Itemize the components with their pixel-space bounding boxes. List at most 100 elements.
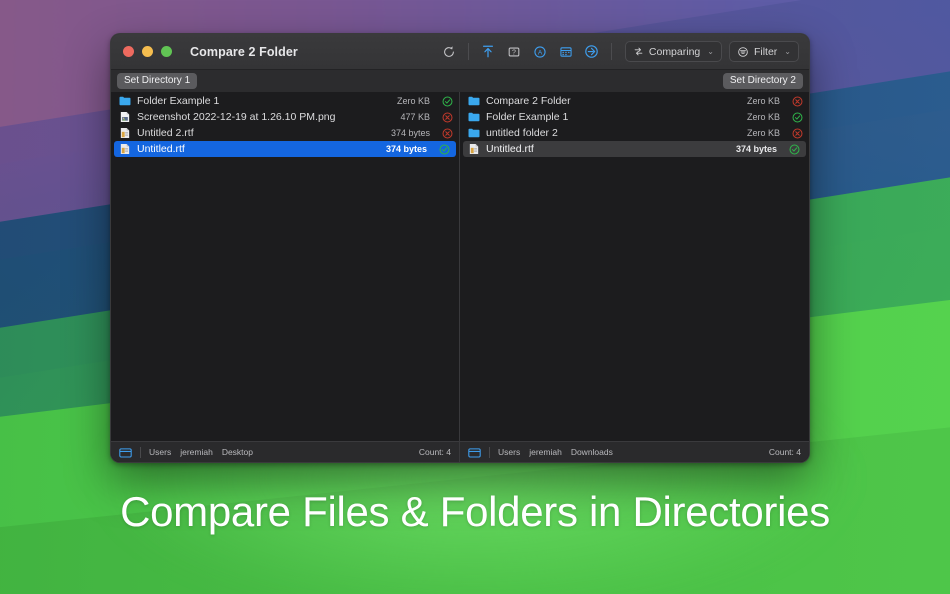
breadcrumb-item[interactable]: jeremiah xyxy=(529,447,562,457)
set-directory-2-button[interactable]: Set Directory 2 xyxy=(722,73,803,89)
breadcrumb-item[interactable]: Desktop xyxy=(222,447,253,457)
status-divider xyxy=(140,446,141,458)
breadcrumb-item[interactable]: jeremiah xyxy=(180,447,213,457)
move-up-button[interactable] xyxy=(475,40,501,64)
folder-icon xyxy=(468,111,480,124)
refresh-button[interactable] xyxy=(436,40,462,64)
comparison-panes: Folder Example 1 Zero KB Screenshot 2022-1… xyxy=(111,92,809,462)
traffic-lights xyxy=(123,46,172,57)
breadcrumb-item[interactable]: Downloads xyxy=(571,447,613,457)
status-cross-icon xyxy=(442,112,452,122)
file-row[interactable]: Screenshot 2022-12-19 at 1.26.10 PM.png 4… xyxy=(111,109,459,125)
status-cross-badge xyxy=(791,127,803,139)
promo-caption: Compare Files & Folders in Directories xyxy=(120,488,830,535)
status-cross-badge xyxy=(791,95,803,107)
share-button[interactable] xyxy=(579,40,605,64)
file-row[interactable]: Untitled 2.rtf 374 bytes xyxy=(111,125,459,141)
status-cross-badge xyxy=(441,127,453,139)
info-circle-icon: A xyxy=(534,45,546,58)
image-file-icon xyxy=(119,111,131,124)
window-titlebar: Compare 2 Folder ? A Comparing ⌄ Filter … xyxy=(111,34,809,70)
file-name: Compare 2 Folder xyxy=(486,95,571,107)
file-size: Zero KB xyxy=(746,96,780,106)
left-file-list[interactable]: Folder Example 1 Zero KB Screenshot 2022-1… xyxy=(111,92,459,441)
file-row[interactable]: Untitled.rtf 374 bytes xyxy=(463,141,806,157)
breadcrumb[interactable]: Users jeremiah Downloads xyxy=(498,447,613,457)
help-button[interactable]: ? xyxy=(501,40,527,64)
breadcrumb-item[interactable]: Users xyxy=(149,447,171,457)
folder-icon xyxy=(468,447,481,457)
folder-icon xyxy=(119,447,132,457)
folder-icon xyxy=(468,96,480,106)
set-directory-1-button[interactable]: Set Directory 1 xyxy=(117,73,198,89)
status-check-badge xyxy=(441,95,453,107)
refresh-icon xyxy=(443,45,454,57)
status-cross-icon xyxy=(792,96,802,106)
right-count-label: Count: 4 xyxy=(768,447,801,457)
status-check-icon xyxy=(439,144,449,154)
status-check-icon xyxy=(792,112,802,122)
rtf-file-icon xyxy=(119,143,131,156)
status-check-icon xyxy=(789,144,799,154)
toolbar-divider-1 xyxy=(467,43,469,60)
rtf-file-icon xyxy=(119,127,131,140)
maximize-button-icon[interactable] xyxy=(161,46,172,57)
share-icon xyxy=(585,45,599,58)
left-pane: Folder Example 1 Zero KB Screenshot 2022-1… xyxy=(111,92,460,462)
file-size: 374 bytes xyxy=(735,144,777,154)
status-check-icon xyxy=(442,96,452,106)
file-row[interactable]: Folder Example 1 Zero KB xyxy=(111,93,459,109)
svg-text:?: ? xyxy=(512,49,516,56)
file-name: Folder Example 1 xyxy=(486,111,569,123)
filter-label: Filter xyxy=(753,45,778,58)
file-size: Zero KB xyxy=(746,128,780,138)
folder-icon xyxy=(468,127,480,140)
rtf-file-icon xyxy=(120,144,130,154)
file-size: Zero KB xyxy=(396,96,430,106)
status-check-badge xyxy=(791,111,803,123)
folder-icon xyxy=(468,128,480,138)
status-divider xyxy=(489,446,490,458)
file-row[interactable]: Folder Example 1 Zero KB xyxy=(460,109,809,125)
close-button-icon[interactable] xyxy=(123,46,134,57)
file-size: 374 bytes xyxy=(390,128,430,138)
window-title: Compare 2 Folder xyxy=(190,44,298,59)
file-name: Untitled.rtf xyxy=(137,143,185,155)
filter-icon xyxy=(738,46,748,57)
filter-dropdown[interactable]: Filter ⌄ xyxy=(728,41,799,62)
file-size: 374 bytes xyxy=(385,144,427,154)
file-name: Untitled 2.rtf xyxy=(137,127,194,139)
window-toolbar: ? A Comparing ⌄ Filter ⌄ xyxy=(436,40,799,64)
toolbar-divider-2 xyxy=(610,43,612,60)
file-row[interactable]: Untitled.rtf 374 bytes xyxy=(114,141,456,157)
svg-text:A: A xyxy=(538,49,543,56)
folder-icon xyxy=(119,96,131,106)
annotate-button[interactable]: A xyxy=(527,40,553,64)
status-cross-icon xyxy=(792,128,802,138)
file-name: Untitled.rtf xyxy=(486,143,534,155)
left-status-bar: Users jeremiah Desktop Count: 4 xyxy=(111,441,459,462)
rtf-file-icon xyxy=(120,128,130,138)
comparing-label: Comparing xyxy=(648,45,701,58)
file-row[interactable]: untitled folder 2 Zero KB xyxy=(460,125,809,141)
left-count-label: Count: 4 xyxy=(418,447,451,457)
status-check-badge xyxy=(438,143,450,155)
compare-arrows-icon xyxy=(634,47,643,56)
move-up-icon xyxy=(482,45,493,58)
chevron-down-icon: ⌄ xyxy=(784,47,791,56)
file-size: Zero KB xyxy=(746,112,780,122)
right-file-list[interactable]: Compare 2 Folder Zero KB Folder Example 1 Z… xyxy=(460,92,809,441)
rtf-file-icon xyxy=(468,143,480,156)
breadcrumb-item[interactable]: Users xyxy=(498,447,520,457)
directory-button-bar: Set Directory 1 Set Directory 2 xyxy=(111,70,809,92)
breadcrumb[interactable]: Users jeremiah Desktop xyxy=(149,447,253,457)
file-name: Screenshot 2022-12-19 at 1.26.10 PM.png xyxy=(137,111,336,123)
file-name: untitled folder 2 xyxy=(486,127,558,139)
file-row[interactable]: Compare 2 Folder Zero KB xyxy=(460,93,809,109)
minimize-button-icon[interactable] xyxy=(142,46,153,57)
chevron-down-icon: ⌄ xyxy=(707,47,714,56)
comparing-dropdown[interactable]: Comparing ⌄ xyxy=(624,41,722,62)
folder-icon xyxy=(468,112,480,122)
folder-icon xyxy=(468,95,480,108)
calendar-button[interactable] xyxy=(553,40,579,64)
